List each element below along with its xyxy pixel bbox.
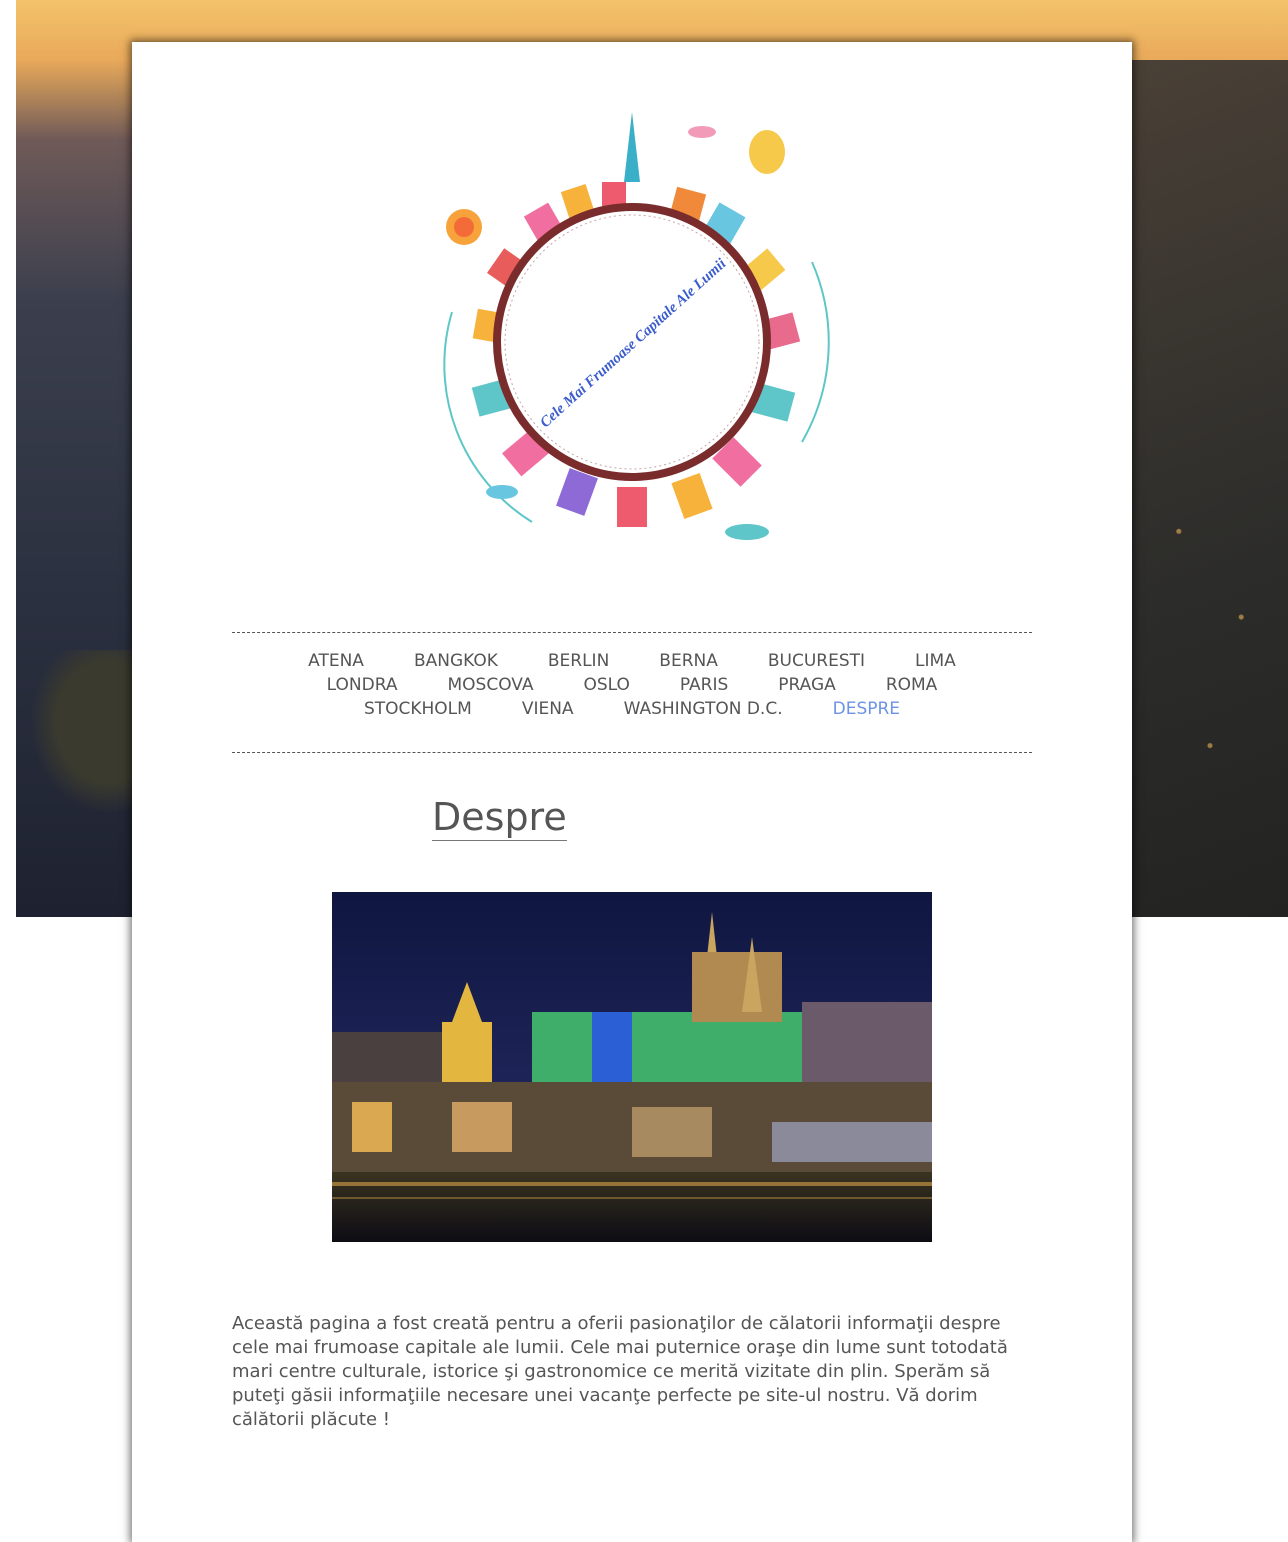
nav-link-berna[interactable]: BERNA — [659, 651, 718, 671]
nav-link-viena[interactable]: VIENA — [522, 699, 574, 719]
city-nav: ATENA BANGKOK BERLIN BERNA BUCURESTI LIMA LON… — [232, 649, 1032, 721]
nav-link-berlin[interactable]: BERLIN — [548, 651, 609, 671]
nav-link-despre[interactable]: DESPRE — [833, 699, 900, 719]
nav-top-divider — [232, 632, 1032, 633]
orbit-arc-right — [801, 261, 830, 443]
background-city-lights — [1132, 60, 1288, 917]
nav-link-atena[interactable]: ATENA — [308, 651, 364, 671]
nav-link-bangkok[interactable]: BANGKOK — [414, 651, 498, 671]
nav-row-1: ATENA BANGKOK BERLIN BERNA BUCURESTI LIMA — [232, 649, 1032, 673]
content-card: Cele Mai Frumoase Capitale Ale Lumii ATE… — [132, 42, 1132, 1542]
prague-night-photo — [332, 892, 932, 1242]
site-logo[interactable]: Cele Mai Frumoase Capitale Ale Lumii — [402, 112, 862, 572]
nav-link-roma[interactable]: ROMA — [886, 675, 938, 695]
nav-link-washington[interactable]: WASHINGTON D.C. — [624, 699, 783, 719]
background-harbor — [16, 650, 132, 830]
nav-link-paris[interactable]: PARIS — [680, 675, 728, 695]
nav-link-moscova[interactable]: MOSCOVA — [447, 675, 533, 695]
nav-link-oslo[interactable]: OSLO — [583, 675, 629, 695]
nav-link-stockholm[interactable]: STOCKHOLM — [364, 699, 472, 719]
nav-link-londra[interactable]: LONDRA — [327, 675, 398, 695]
nav-row-3: STOCKHOLM VIENA WASHINGTON D.C. DESPRE — [232, 697, 1032, 721]
nav-row-2: LONDRA MOSCOVA OSLO PARIS PRAGA ROMA — [232, 673, 1032, 697]
about-text: Această pagina a fost creată pentru a of… — [232, 1313, 1008, 1430]
nav-bottom-divider — [232, 752, 1032, 753]
nav-link-lima[interactable]: LIMA — [915, 651, 956, 671]
nav-link-praga[interactable]: PRAGA — [778, 675, 836, 695]
page-title: Despre — [432, 795, 567, 841]
nav-link-bucuresti[interactable]: BUCURESTI — [768, 651, 865, 671]
